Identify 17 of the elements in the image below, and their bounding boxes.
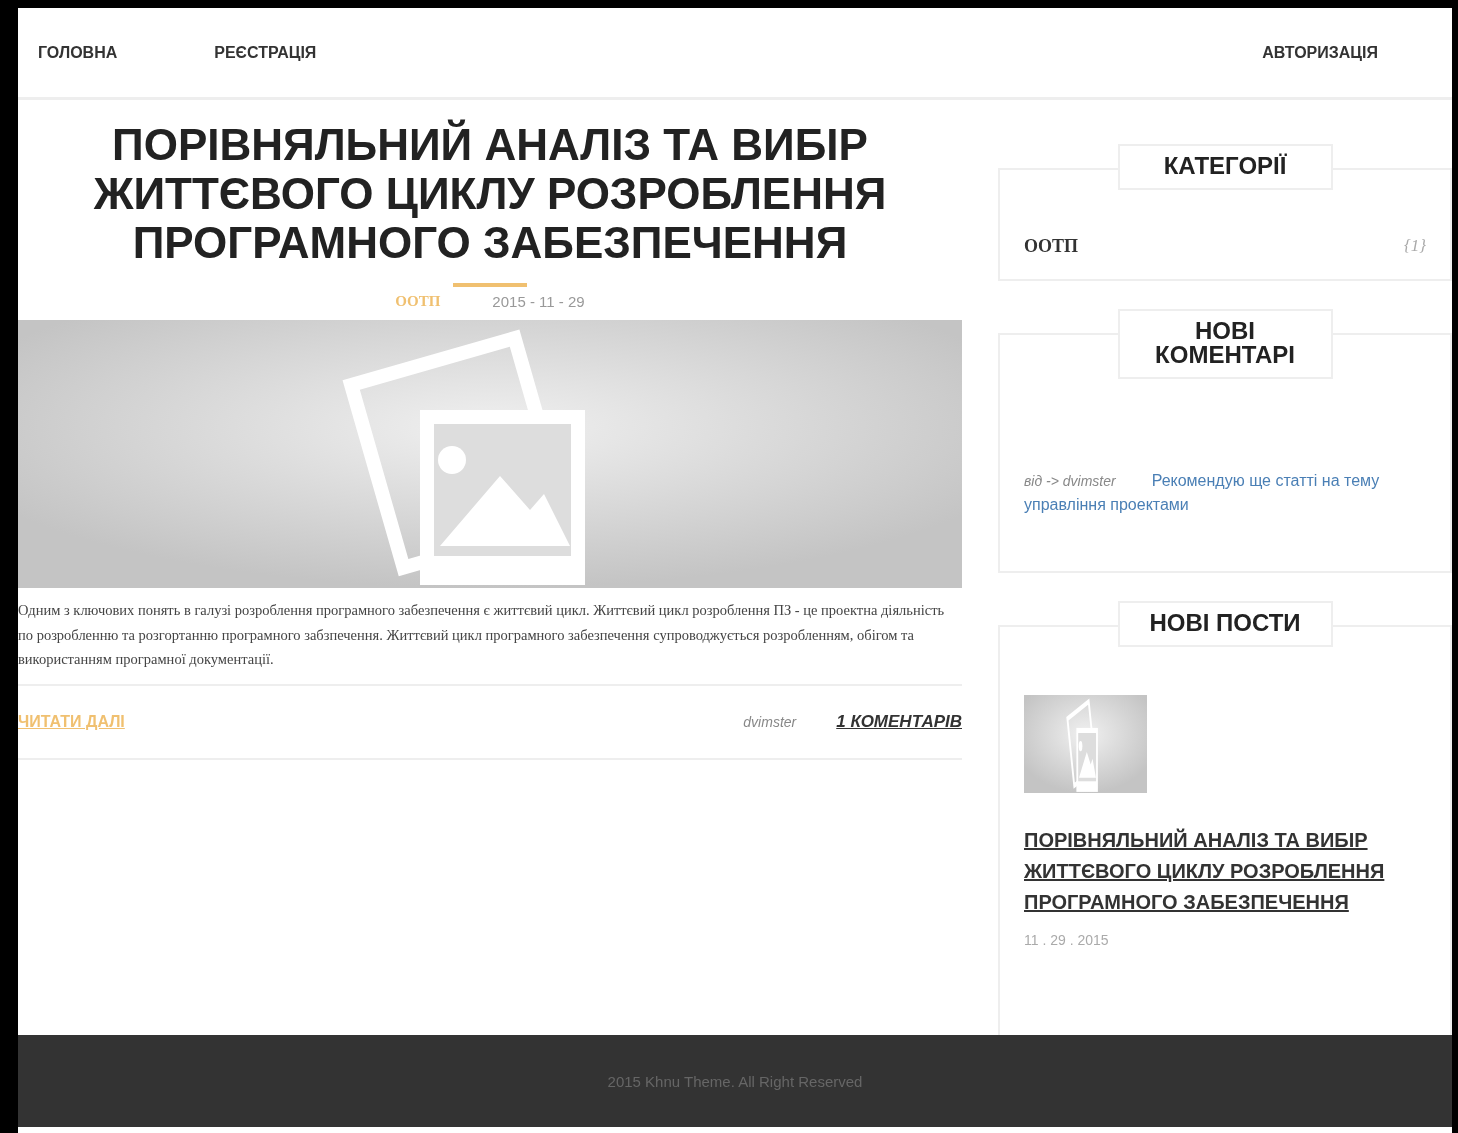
nav-link[interactable]: АВТОРИЗАЦІЯ	[1262, 43, 1378, 62]
nav-link[interactable]: РЕЄСТРАЦІЯ	[214, 43, 317, 62]
comment-author: від -> dvimster	[1024, 473, 1116, 489]
widget-title: НОВІ ПОСТИ	[1117, 601, 1333, 647]
recent-post-link[interactable]: ПОРІВНЯЛЬНИЙ АНАЛІЗ ТА ВИБІР ЖИТТЄВОГО ЦИКЛУ РОЗРОБЛЕННЯ ПРОГРАМНОГО ЗАБЕЗПЕЧЕННЯ	[1024, 825, 1426, 918]
widget-title: КАТЕГОРІЇ	[1117, 144, 1333, 190]
post-date: 2015 - 11 - 29	[492, 293, 585, 310]
comment-link[interactable]: від -> dvimster Рекомендую ще статті на тему управління проектами	[1024, 469, 1426, 517]
category-count: {1}	[1403, 236, 1426, 257]
category-link[interactable]: ООТП	[1024, 236, 1078, 257]
nav-link[interactable]: ГОЛОВНА	[38, 43, 118, 62]
recent-post-date: 11 . 29 . 2015	[1024, 932, 1110, 948]
widget-title: НОВІ КОМЕНТАРІ	[1117, 309, 1333, 379]
post-excerpt: Одним з ключових понять в галузі розроблення програмного забезпечення є життєвий цикл. Життєвий цикл розроблення ПЗ - це проектна діяльність по розробленню та розгортанню програмного забзпечення. Життєвий цикл програмного забезпечення супроводжується розробленням, обігом та використанням програмної документації.	[18, 598, 962, 686]
comments-link[interactable]: 1 КОМЕНТАРІВ	[836, 711, 962, 732]
post-author: dvimster	[743, 713, 797, 730]
post-title: ПОРІВНЯЛЬНИЙ АНАЛІЗ ТА ВИБІР ЖИТТЄВОГО ЦИКЛУ РОЗРОБЛЕННЯ ПРОГРАМНОГО ЗАБЕЗПЕЧЕННЯ	[92, 120, 888, 267]
